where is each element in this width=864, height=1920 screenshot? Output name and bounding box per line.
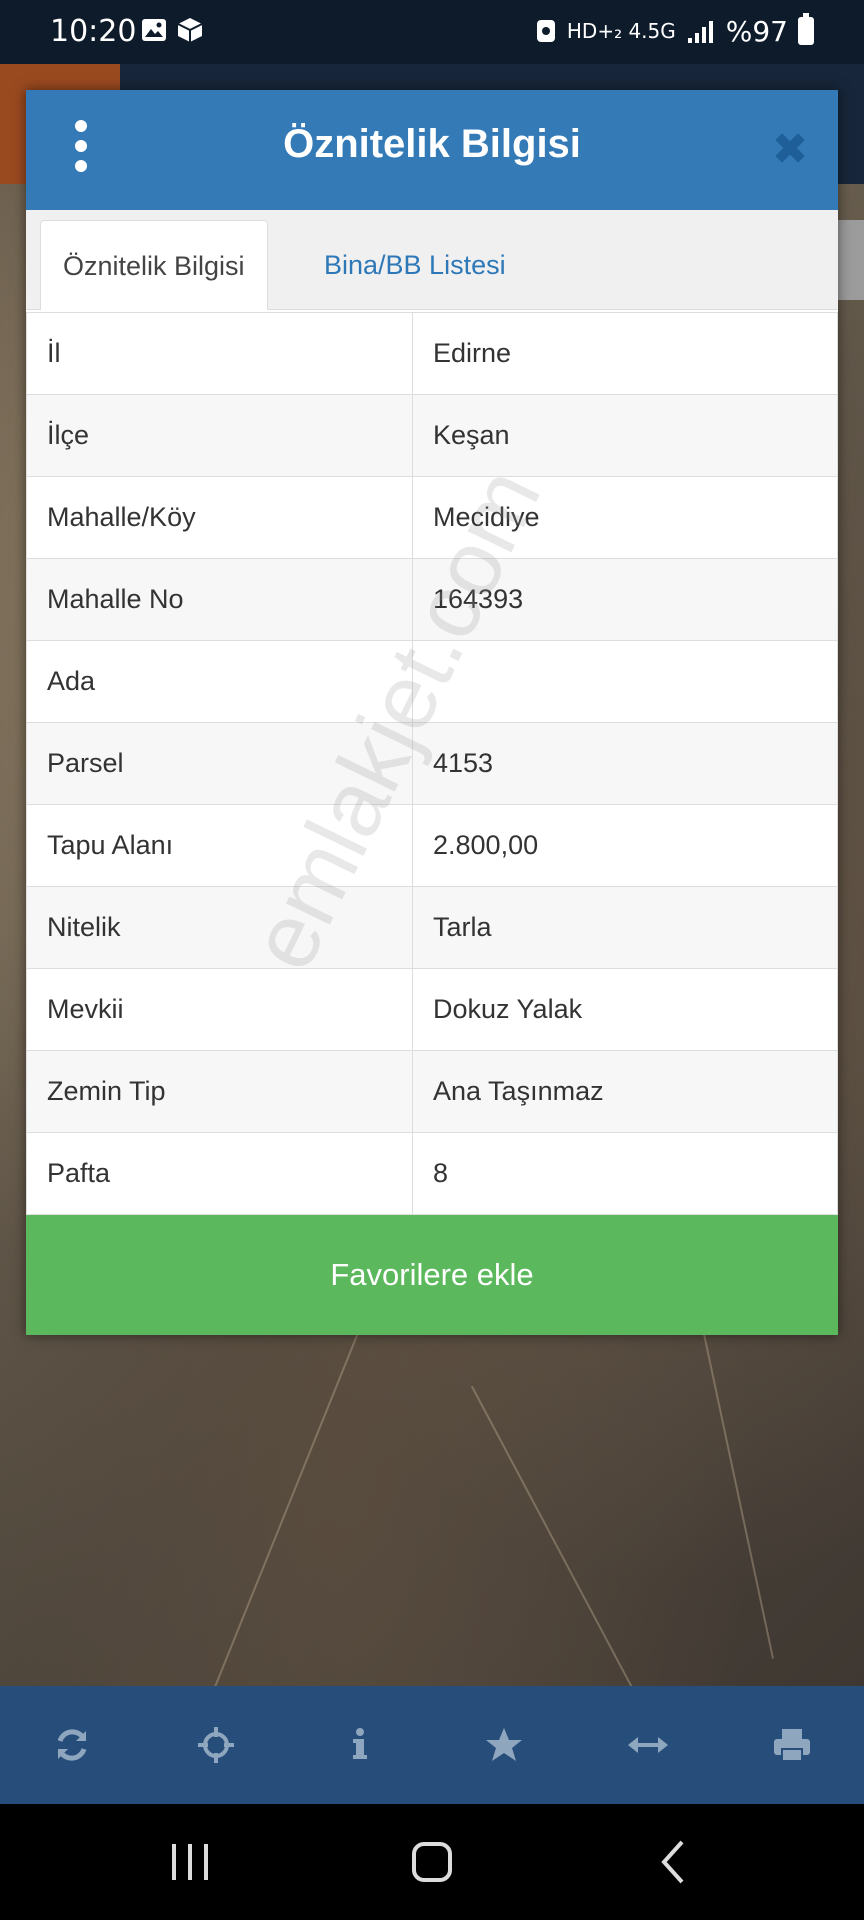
map-track — [470, 1385, 652, 1723]
status-right: HD+₂ 4.5G %97 — [535, 13, 814, 48]
status-bar: 10:20 HD+₂ 4.5G %97 — [0, 0, 864, 64]
row-value: Edirne — [412, 312, 838, 395]
map-toolbar — [0, 1686, 864, 1804]
tab-building-list[interactable]: Bina/BB Listesi — [302, 220, 528, 310]
crosshair-icon[interactable] — [176, 1705, 256, 1785]
table-row: Zemin Tip Ana Taşınmaz — [26, 1050, 838, 1133]
tab-attribute-info[interactable]: Öznitelik Bilgisi — [40, 220, 268, 310]
home-icon[interactable] — [402, 1834, 462, 1890]
refresh-icon[interactable] — [32, 1705, 112, 1785]
system-nav-bar — [0, 1804, 864, 1920]
modal-header: Öznitelik Bilgisi ✖ — [26, 90, 838, 210]
add-to-favorites-button[interactable]: Favorilere ekle — [26, 1215, 838, 1335]
signal-icon — [687, 21, 713, 43]
row-key: İlçe — [26, 394, 413, 477]
network-label: HD+₂ 4.5G — [566, 19, 676, 43]
row-value: 8 — [412, 1132, 838, 1215]
table-row: Pafta 8 — [26, 1132, 838, 1215]
shield-icon — [536, 20, 555, 42]
recent-apps-icon[interactable] — [160, 1834, 220, 1890]
battery-icon — [798, 13, 814, 45]
tabs-bar: Öznitelik Bilgisi Bina/BB Listesi — [26, 210, 838, 310]
table-row: Tapu Alanı 2.800,00 — [26, 804, 838, 887]
row-key: Mahalle/Köy — [26, 476, 413, 559]
row-key: Pafta — [26, 1132, 413, 1215]
table-row: Mevkii Dokuz Yalak — [26, 968, 838, 1051]
measure-icon[interactable] — [608, 1705, 688, 1785]
battery-label: %97 — [725, 14, 788, 48]
table-row: Nitelik Tarla — [26, 886, 838, 969]
close-icon[interactable]: ✖ — [766, 126, 814, 174]
row-value: Ana Taşınmaz — [412, 1050, 838, 1133]
star-icon[interactable] — [464, 1705, 544, 1785]
row-value: 4153 — [412, 722, 838, 805]
info-icon[interactable] — [320, 1705, 400, 1785]
table-row: İl Edirne — [26, 312, 838, 395]
row-key: Mevkii — [26, 968, 413, 1051]
row-key: İl — [26, 312, 413, 395]
print-icon[interactable] — [752, 1705, 832, 1785]
row-key: Mahalle No — [26, 558, 413, 641]
back-icon[interactable] — [644, 1834, 704, 1890]
modal-title: Öznitelik Bilgisi — [283, 122, 581, 166]
map-side-control — [838, 220, 864, 300]
table-row: İlçe Keşan — [26, 394, 838, 477]
status-time: 10:20 — [50, 14, 137, 49]
row-value: 2.800,00 — [412, 804, 838, 887]
row-key: Zemin Tip — [26, 1050, 413, 1133]
row-value: Dokuz Yalak — [412, 968, 838, 1051]
row-value: Tarla — [412, 886, 838, 969]
gallery-icon — [142, 19, 166, 41]
package-icon — [177, 18, 203, 42]
